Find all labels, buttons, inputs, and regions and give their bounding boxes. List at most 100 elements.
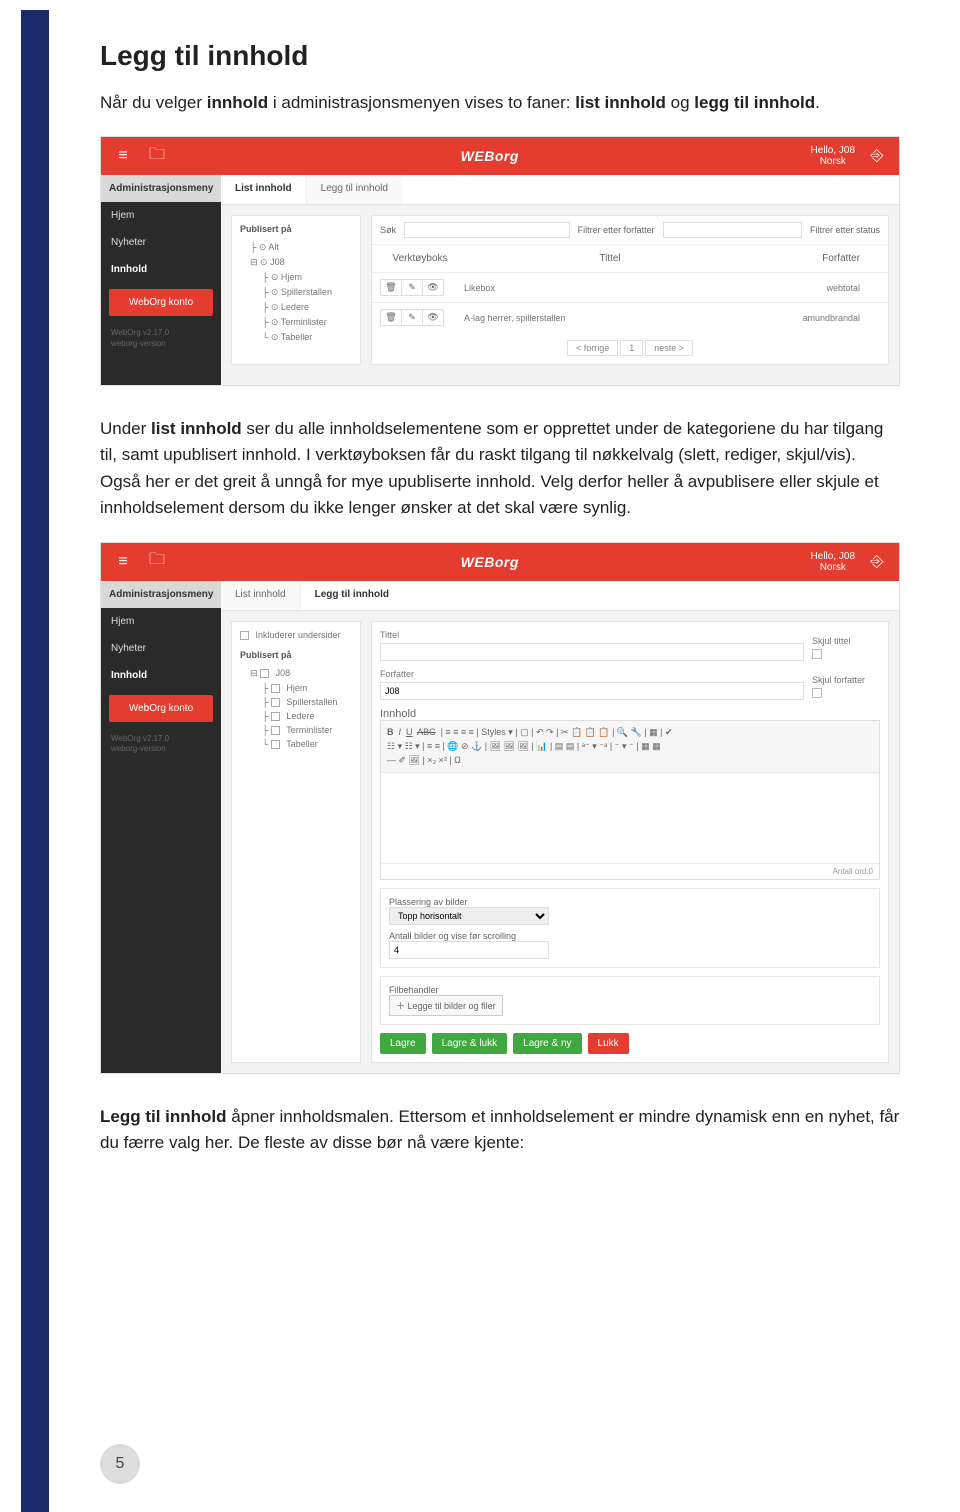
field-author-label: Forfatter bbox=[380, 669, 804, 679]
include-subpages-checkbox[interactable] bbox=[240, 631, 249, 640]
category-tree: Inkluderer undersider Publisert på ⊟ J08… bbox=[231, 621, 361, 1063]
rich-editor[interactable]: B I U ABC | ≡ ≡ ≡ ≡ | Styles ▾ | ▢ | ↶ ↷… bbox=[380, 720, 880, 880]
save-close-button[interactable]: Lagre & lukk bbox=[432, 1033, 508, 1054]
pager-next[interactable]: neste > bbox=[645, 340, 693, 356]
tab-legg-til-innhold[interactable]: Legg til innhold bbox=[306, 175, 402, 204]
col-author: Forfatter bbox=[760, 253, 880, 264]
content-tabs: List innhold Legg til innhold bbox=[221, 581, 899, 611]
tree-node-ledere[interactable]: ├ Ledere bbox=[240, 709, 352, 723]
tree-node-ledere[interactable]: ├ ⊙ Ledere bbox=[240, 300, 352, 315]
tree-node-tabeller[interactable]: └ ⊙ Tabeller bbox=[240, 330, 352, 345]
placement-select[interactable]: Topp horisontalt bbox=[389, 907, 549, 925]
page-title: Legg til innhold bbox=[100, 40, 900, 72]
delete-icon[interactable]: 🗑 bbox=[381, 310, 401, 325]
save-button[interactable]: Lagre bbox=[380, 1033, 426, 1054]
doc-accent-bar bbox=[21, 10, 49, 1512]
tree-title: Publisert på bbox=[240, 224, 352, 234]
sidebar-item-hjem[interactable]: Hjem bbox=[101, 202, 221, 229]
content-form: Tittel Skjul tittel Forfatte bbox=[371, 621, 889, 1063]
filter-author-label: Filtrer etter forfatter bbox=[578, 225, 655, 235]
app-topbar: ≡ 🗀 WEBorg Hello, J08Norsk ⎆ bbox=[101, 543, 899, 581]
tree-node-terminlister[interactable]: ├ ⊙ Terminlister bbox=[240, 315, 352, 330]
sidebar-item-nyheter[interactable]: Nyheter bbox=[101, 229, 221, 256]
app-topbar: ≡ 🗀 WEBorg Hello, J08Norsk ⎆ bbox=[101, 137, 899, 175]
tree-node-hjem[interactable]: ├ ⊙ Hjem bbox=[240, 270, 352, 285]
image-count-input[interactable] bbox=[389, 941, 549, 959]
col-toolbox: Verktøyboks bbox=[380, 253, 460, 264]
tab-legg-til-innhold[interactable]: Legg til innhold bbox=[300, 581, 403, 610]
tree-node-alt[interactable]: ├ ⊙ Alt bbox=[240, 240, 352, 255]
pager-prev[interactable]: < forrige bbox=[567, 340, 618, 356]
tab-list-innhold[interactable]: List innhold bbox=[221, 581, 300, 610]
editor-body[interactable] bbox=[381, 773, 879, 863]
tab-list-innhold[interactable]: List innhold bbox=[221, 175, 306, 204]
filter-author-input[interactable] bbox=[663, 222, 802, 238]
field-content-label: Innhold bbox=[380, 708, 880, 720]
add-files-button[interactable]: ＋ Legge til bilder og filer bbox=[389, 995, 503, 1016]
admin-sidebar: Administrasjonsmeny Hjem Nyheter Innhold… bbox=[101, 581, 221, 1073]
visibility-icon[interactable]: 👁 bbox=[422, 310, 443, 325]
tree-node-spillerstallen[interactable]: ├ Spillerstallen bbox=[240, 695, 352, 709]
filter-status-label: Filtrer etter status bbox=[810, 225, 880, 235]
middle-paragraph: Under list innhold ser du alle innholdse… bbox=[100, 416, 900, 521]
sidebar-item-innhold[interactable]: Innhold bbox=[101, 662, 221, 689]
tree-node-hjem[interactable]: ├ Hjem bbox=[240, 681, 352, 695]
col-title: Tittel bbox=[460, 253, 760, 264]
row-title: A-lag herrer, spillerstallen bbox=[444, 313, 760, 323]
delete-icon[interactable]: 🗑 bbox=[381, 280, 401, 295]
tree-node-spillerstallen[interactable]: ├ ⊙ Spillerstallen bbox=[240, 285, 352, 300]
folder-icon[interactable]: 🗀 bbox=[145, 144, 169, 168]
screenshot-legg-til-innhold: ≡ 🗀 WEBorg Hello, J08Norsk ⎆ Administras… bbox=[100, 542, 900, 1074]
visibility-icon[interactable]: 👁 bbox=[422, 280, 443, 295]
tree-title: Publisert på bbox=[240, 650, 352, 660]
table-row: 🗑 ✎ 👁 Likebox webtotal bbox=[372, 272, 888, 302]
tree-node-terminlister[interactable]: ├ Terminlister bbox=[240, 723, 352, 737]
form-buttons: Lagre Lagre & lukk Lagre & ny Lukk bbox=[380, 1033, 880, 1054]
filter-sok-label: Søk bbox=[380, 225, 396, 235]
save-new-button[interactable]: Lagre & ny bbox=[513, 1033, 581, 1054]
admin-sidebar: Administrasjonsmeny Hjem Nyheter Innhold… bbox=[101, 175, 221, 385]
category-tree: Publisert på ├ ⊙ Alt ⊟ ⊙ J08 ├ ⊙ Hjem ├ … bbox=[231, 215, 361, 365]
image-placement-section: Plassering av bilder Topp horisontalt An… bbox=[380, 888, 880, 968]
search-input[interactable] bbox=[404, 222, 570, 238]
row-title: Likebox bbox=[444, 283, 760, 293]
intro-paragraph: Når du velger innhold i administrasjonsm… bbox=[100, 90, 900, 116]
sidebar-konto-button[interactable]: WebOrg konto bbox=[109, 695, 213, 722]
hide-title-checkbox[interactable] bbox=[812, 649, 822, 659]
content-tabs: List innhold Legg til innhold bbox=[221, 175, 899, 205]
sidebar-version: WebOrg v2.17.0weborg-version bbox=[101, 728, 221, 761]
hide-author-checkbox[interactable] bbox=[812, 688, 822, 698]
tree-node-root[interactable]: ⊟ J08 bbox=[240, 666, 352, 681]
sidebar-header: Administrasjonsmeny bbox=[101, 175, 221, 202]
sidebar-item-nyheter[interactable]: Nyheter bbox=[101, 635, 221, 662]
sidebar-konto-button[interactable]: WebOrg konto bbox=[109, 289, 213, 316]
image-count-label: Antall bilder og vise før scrolling bbox=[389, 931, 871, 941]
pager: < forrige1neste > bbox=[372, 332, 888, 364]
hamburger-icon[interactable]: ≡ bbox=[111, 144, 135, 168]
editor-toolbar: B I U ABC | ≡ ≡ ≡ ≡ | Styles ▾ | ▢ | ↶ ↷… bbox=[381, 721, 879, 773]
logout-icon[interactable]: ⎆ bbox=[865, 550, 889, 574]
pager-page: 1 bbox=[620, 340, 643, 356]
edit-icon[interactable]: ✎ bbox=[401, 310, 422, 325]
greeting: Hello, J08Norsk bbox=[811, 551, 855, 573]
cancel-button[interactable]: Lukk bbox=[588, 1033, 629, 1054]
tree-node-root[interactable]: ⊟ ⊙ J08 bbox=[240, 255, 352, 270]
sidebar-item-innhold[interactable]: Innhold bbox=[101, 256, 221, 283]
file-manager-section: Filbehandler ＋ Legge til bilder og filer bbox=[380, 976, 880, 1025]
author-input[interactable] bbox=[380, 682, 804, 700]
hide-title-label: Skjul tittel bbox=[812, 636, 880, 646]
edit-icon[interactable]: ✎ bbox=[401, 280, 422, 295]
editor-wordcount: Antall ord:0 bbox=[381, 863, 879, 879]
hamburger-icon[interactable]: ≡ bbox=[111, 550, 135, 574]
sidebar-item-hjem[interactable]: Hjem bbox=[101, 608, 221, 635]
app-logo: WEBorg bbox=[179, 148, 801, 164]
screenshot-list-innhold: ≡ 🗀 WEBorg Hello, J08Norsk ⎆ Administras… bbox=[100, 136, 900, 386]
closing-paragraph: Legg til innhold åpner innholdsmalen. Et… bbox=[100, 1104, 900, 1157]
table-row: 🗑 ✎ 👁 A-lag herrer, spillerstallen amund… bbox=[372, 302, 888, 332]
logout-icon[interactable]: ⎆ bbox=[865, 144, 889, 168]
row-author: webtotal bbox=[760, 283, 880, 293]
tree-node-tabeller[interactable]: └ Tabeller bbox=[240, 737, 352, 751]
title-input[interactable] bbox=[380, 643, 804, 661]
page-number-badge: 5 bbox=[100, 1444, 140, 1484]
folder-icon[interactable]: 🗀 bbox=[145, 550, 169, 574]
